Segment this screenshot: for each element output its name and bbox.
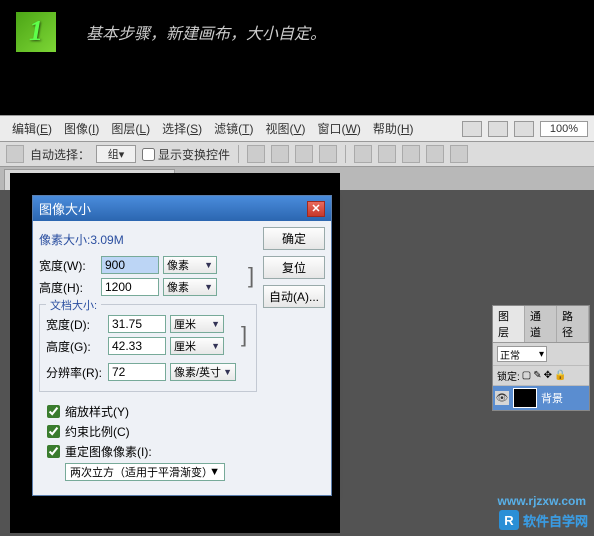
options-bar: 自动选择： 组▾ 显示变换控件: [0, 142, 594, 167]
width-label: 宽度(W):: [39, 257, 97, 274]
document-size-label: 文档大小:: [46, 297, 101, 313]
menu-image[interactable]: 图像(I): [58, 118, 105, 139]
reset-button[interactable]: 复位: [263, 256, 325, 279]
menu-window[interactable]: 窗口(W): [312, 118, 367, 139]
height-cm-unit-dropdown[interactable]: 厘米▼: [170, 337, 224, 355]
pixel-dimensions-label: 像素大小:3.09M: [39, 231, 257, 248]
watermark-url: www.rjzxw.com: [498, 494, 586, 508]
width-d-label: 宽度(D):: [46, 316, 104, 333]
align-icon[interactable]: [247, 145, 265, 163]
watermark: R 软件自学网: [499, 510, 588, 530]
height-px-input[interactable]: [101, 278, 159, 296]
menu-layer[interactable]: 图层(L): [105, 118, 156, 139]
extras-icon[interactable]: [514, 121, 534, 137]
link-icon: ]: [238, 311, 250, 359]
screen-mode-icon[interactable]: [462, 121, 482, 137]
menu-filter[interactable]: 滤镜(T): [208, 118, 259, 139]
separator: [238, 145, 239, 163]
watermark-brand: 软件自学网: [523, 511, 588, 530]
distribute-icon[interactable]: [450, 145, 468, 163]
distribute-icon[interactable]: [354, 145, 372, 163]
lock-options: 锁定: ▢ ✎ ✥ 🔒: [493, 366, 589, 386]
menu-help[interactable]: 帮助(H): [367, 118, 420, 139]
resample-checkbox[interactable]: 重定图像像素(I):: [47, 443, 249, 460]
photoshop-window: 编辑(E) 图像(I) 图层(L) 选择(S) 滤镜(T) 视图(V) 窗口(W…: [0, 115, 594, 536]
lock-pixels-icon[interactable]: ✎: [533, 370, 541, 381]
step-number-badge: 1: [16, 12, 56, 52]
constrain-proportions-checkbox[interactable]: 约束比例(C): [47, 423, 249, 440]
height-unit-dropdown[interactable]: 像素▼: [163, 278, 217, 296]
dialog-titlebar[interactable]: 图像大小 ✕: [33, 196, 331, 221]
image-size-dialog: 图像大小 ✕ 像素大小:3.09M 宽度(W): 像素▼ 高度(H: [32, 195, 332, 496]
arrange-icon[interactable]: [488, 121, 508, 137]
visibility-icon[interactable]: 👁: [495, 391, 509, 405]
align-icon[interactable]: [319, 145, 337, 163]
height-label: 高度(H):: [39, 279, 97, 296]
scale-styles-checkbox[interactable]: 缩放样式(Y): [47, 403, 249, 420]
layer-thumbnail[interactable]: [513, 388, 537, 408]
resolution-unit-dropdown[interactable]: 像素/英寸▼: [170, 363, 236, 381]
separator: [345, 145, 346, 163]
lock-all-icon[interactable]: 🔒: [554, 370, 566, 381]
blend-mode-dropdown[interactable]: 正常▾: [497, 346, 547, 362]
lock-transparency-icon[interactable]: ▢: [522, 370, 531, 381]
align-icon[interactable]: [271, 145, 289, 163]
menu-edit[interactable]: 编辑(E): [6, 118, 58, 139]
tutorial-header: 1 基本步骤，新建画布，大小自定。: [0, 0, 594, 64]
auto-button[interactable]: 自动(A)...: [263, 285, 325, 308]
layer-name: 背景: [541, 390, 563, 406]
layers-panel: 图层 通道 路径 正常▾ 锁定: ▢ ✎ ✥ 🔒 👁 背景: [492, 305, 590, 411]
link-icon: ]: [245, 252, 257, 300]
auto-select-label: 自动选择：: [30, 146, 90, 163]
ok-button[interactable]: 确定: [263, 227, 325, 250]
layer-item-background[interactable]: 👁 背景: [493, 386, 589, 410]
distribute-icon[interactable]: [402, 145, 420, 163]
tab-layers[interactable]: 图层: [493, 306, 525, 342]
menu-bar: 编辑(E) 图像(I) 图层(L) 选择(S) 滤镜(T) 视图(V) 窗口(W…: [0, 115, 594, 142]
resolution-label: 分辨率(R):: [46, 364, 104, 381]
step-instruction: 基本步骤，新建画布，大小自定。: [86, 20, 326, 44]
resample-method-dropdown[interactable]: 两次立方（适用于平滑渐变）▼: [65, 463, 225, 481]
close-button[interactable]: ✕: [307, 201, 325, 217]
tab-paths[interactable]: 路径: [557, 306, 589, 342]
auto-select-dropdown[interactable]: 组▾: [96, 145, 136, 163]
align-icon[interactable]: [295, 145, 313, 163]
lock-position-icon[interactable]: ✥: [544, 370, 552, 381]
height-cm-input[interactable]: [108, 337, 166, 355]
width-cm-input[interactable]: [108, 315, 166, 333]
menu-select[interactable]: 选择(S): [156, 118, 208, 139]
dialog-title-text: 图像大小: [39, 199, 91, 218]
show-transform-checkbox[interactable]: 显示变换控件: [142, 146, 230, 163]
menu-view[interactable]: 视图(V): [259, 118, 311, 139]
width-cm-unit-dropdown[interactable]: 厘米▼: [170, 315, 224, 333]
watermark-logo-icon: R: [499, 510, 519, 530]
width-px-input[interactable]: [101, 256, 159, 274]
move-tool-icon[interactable]: [6, 145, 24, 163]
distribute-icon[interactable]: [426, 145, 444, 163]
distribute-icon[interactable]: [378, 145, 396, 163]
tab-channels[interactable]: 通道: [525, 306, 557, 342]
zoom-level[interactable]: 100%: [540, 121, 588, 137]
width-unit-dropdown[interactable]: 像素▼: [163, 256, 217, 274]
resolution-input[interactable]: [108, 363, 166, 381]
height-g-label: 高度(G):: [46, 338, 104, 355]
